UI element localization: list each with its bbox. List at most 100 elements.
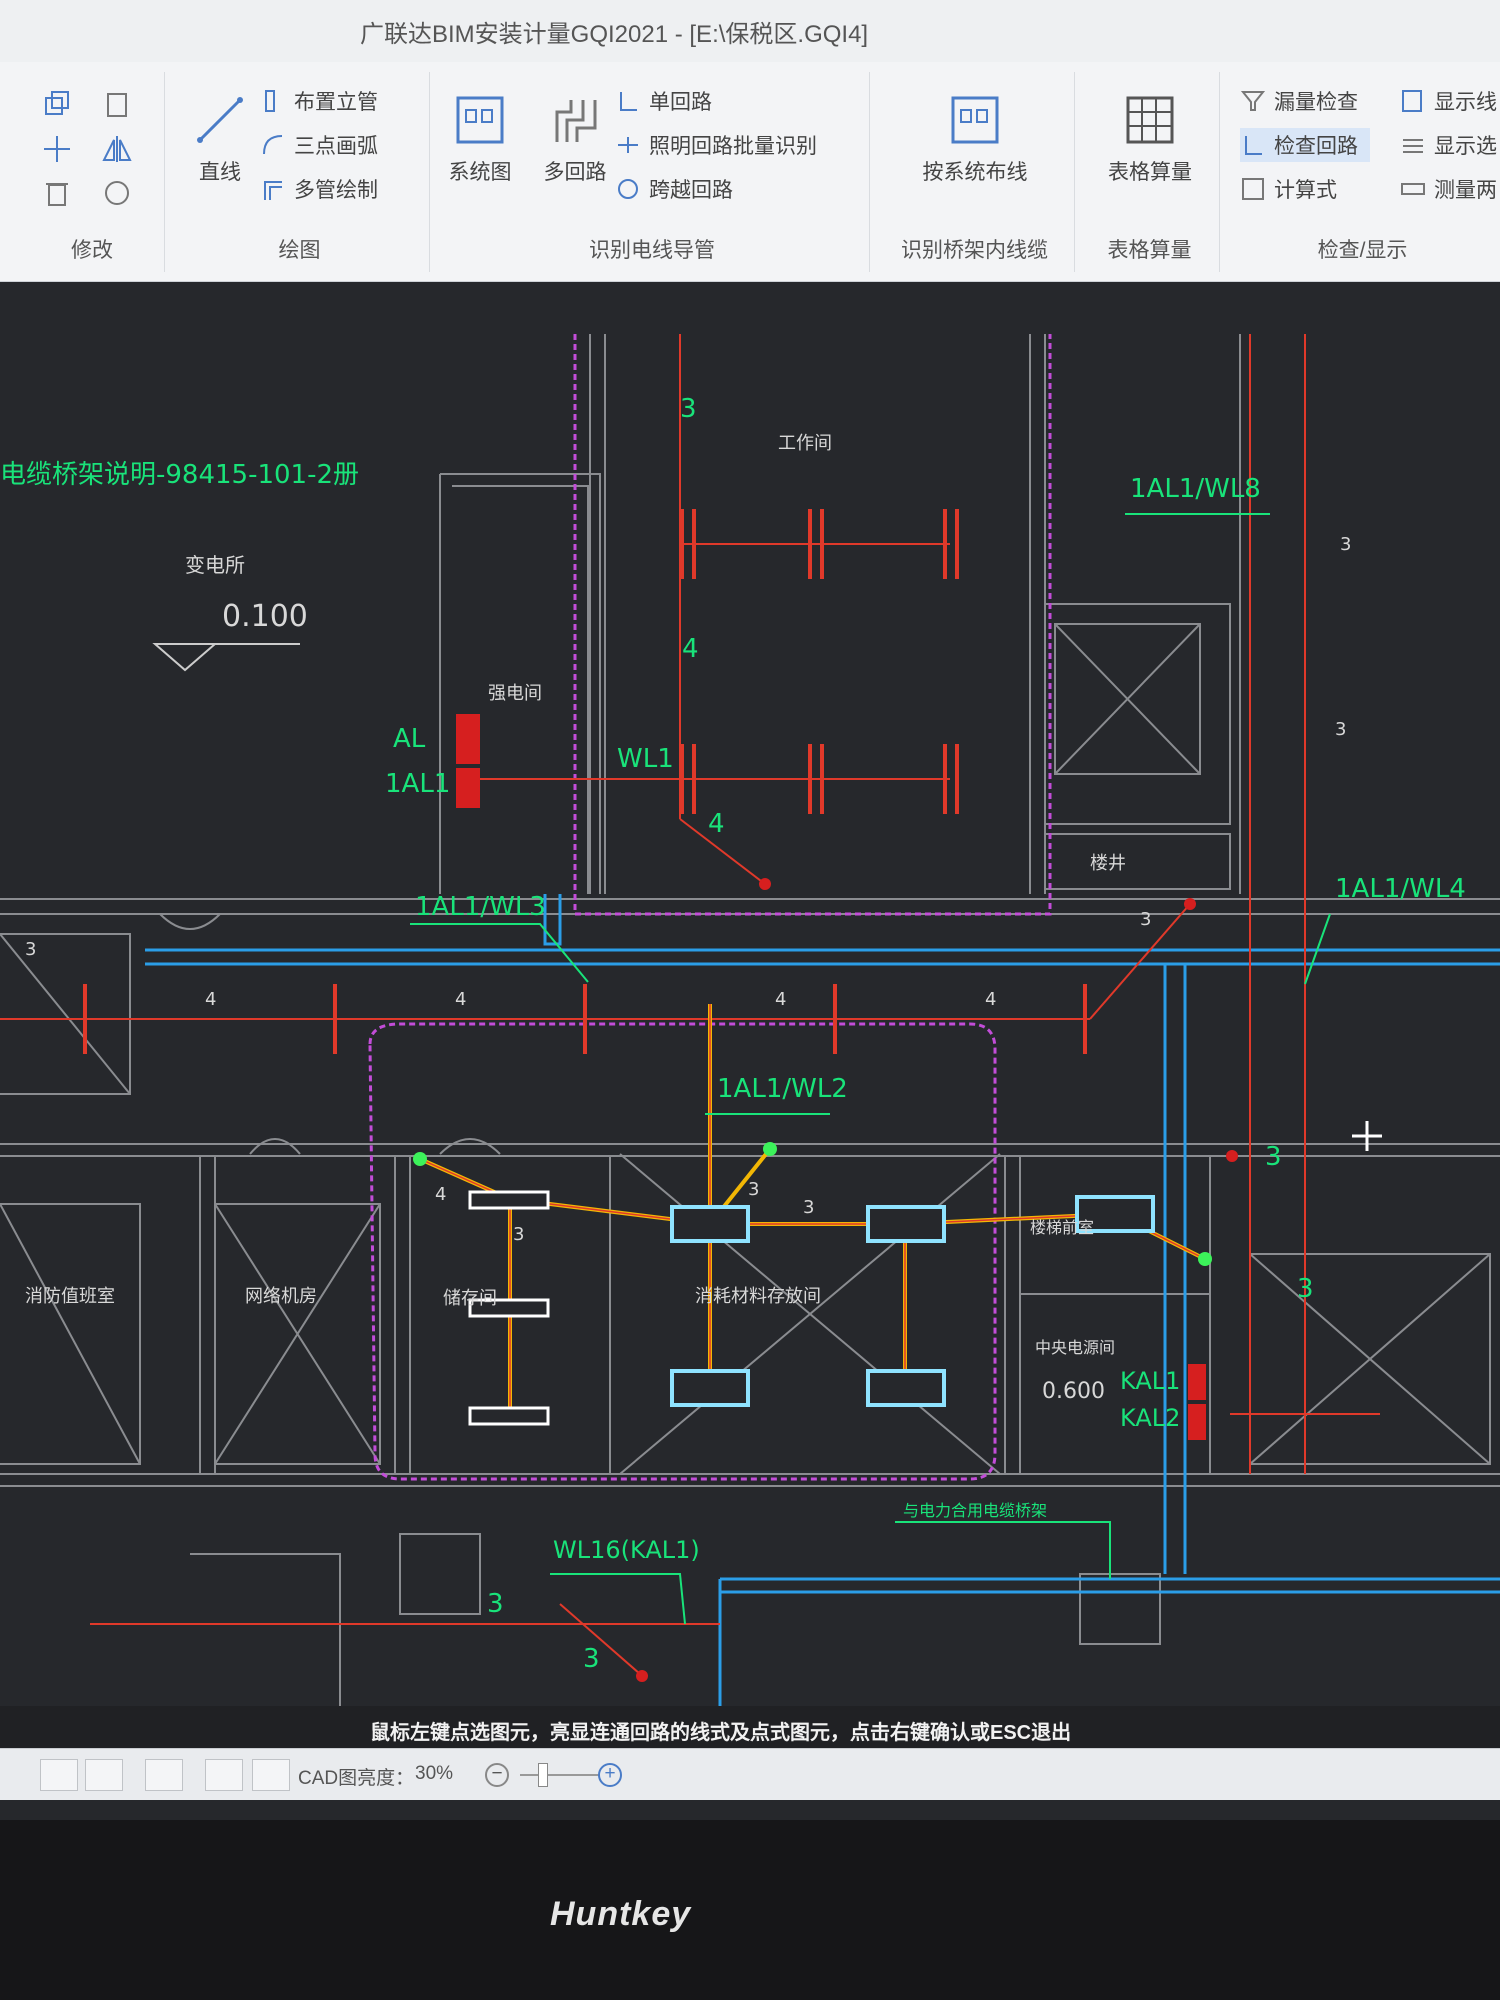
wire-count-label: 3	[680, 394, 697, 424]
wl1-label: WL1	[617, 744, 674, 774]
formula-button[interactable]: 计算式	[1240, 172, 1337, 206]
show-select-button[interactable]: 显示选	[1400, 128, 1497, 162]
single-circuit-button[interactable]: 单回路	[615, 84, 712, 118]
zoom-out-icon[interactable]: −	[485, 1763, 509, 1787]
brightness-slider[interactable]	[520, 1774, 600, 1776]
skip-circuit-label: 跨越回路	[649, 179, 733, 202]
al-label: AL	[393, 724, 426, 754]
strong-room-label: 强电间	[488, 683, 542, 704]
draw-group-title: 绘图	[278, 239, 321, 262]
measure-label: 测量两	[1434, 179, 1497, 202]
wire-count-label: 3	[1265, 1142, 1282, 1172]
arc-label: 三点画弧	[294, 135, 378, 158]
wire-group: 系统图 多回路 单回路 照明回路批量识别 跨越回路 识别电线导管	[435, 72, 870, 272]
brightness-value: 30%	[415, 1763, 454, 1784]
multi-circuit-button[interactable]: 多回路	[530, 92, 620, 186]
by-system-button[interactable]: 按系统布线	[895, 92, 1055, 186]
show-line-label: 显示线	[1434, 91, 1497, 114]
stair-label: 楼井	[1090, 853, 1126, 874]
angle-toggle[interactable]	[85, 1759, 123, 1791]
materials-label: 消耗材料存放间	[695, 1286, 821, 1307]
riser-label: 布置立管	[294, 91, 378, 114]
check-circuit-icon	[1245, 136, 1262, 155]
batch-identify-label: 照明回路批量识别	[649, 135, 817, 158]
ribbon: 修改 直线 布置立管 三点画弧 多管绘制 绘图 系统图 多回路 单回路 照明回路…	[0, 62, 1500, 282]
delete-icon[interactable]	[40, 176, 74, 210]
monitor-brand-logo: Huntkey	[550, 1895, 692, 1933]
command-prompt: 鼠标左键点选图元，亮显连通回路的线式及点式图元，点击右键确认或ESC退出	[0, 1706, 1500, 1748]
prompt-text: 鼠标左键点选图元，亮显连通回路的线式及点式图元，点击右键确认或ESC退出	[370, 1722, 1072, 1744]
multi-pipe-icon	[264, 181, 282, 200]
table-group: 表格算量 表格算量	[1080, 72, 1220, 272]
wl3-label: 1AL1/WL3	[415, 892, 546, 922]
layer-toggle[interactable]	[205, 1759, 243, 1791]
by-system-label: 按系统布线	[922, 161, 1028, 184]
tray-group-title: 识别桥架内线缆	[901, 239, 1048, 262]
brightness-label: CAD图亮度：	[298, 1768, 415, 1789]
table-calc-label: 表格算量	[1108, 161, 1192, 184]
tray-group: 按系统布线 识别桥架内线缆	[875, 72, 1075, 272]
substation-label: 变电所	[185, 553, 245, 577]
elevation-label-2: 0.600	[1042, 1379, 1105, 1404]
polar-toggle[interactable]	[252, 1759, 290, 1791]
formula-label: 计算式	[1274, 179, 1337, 202]
table-calc-button[interactable]: 表格算量	[1090, 92, 1210, 186]
wire-count-label: 3	[803, 1197, 815, 1218]
modify-group-title[interactable]: 修改	[20, 234, 164, 264]
arc-icon	[263, 135, 283, 155]
table-group-title: 表格算量	[1107, 239, 1192, 262]
brightness-slider-handle[interactable]	[538, 1763, 548, 1787]
wire-count-label: 3	[748, 1179, 760, 1200]
missing-check-button[interactable]: 漏量检查	[1240, 84, 1358, 118]
wl2-label: 1AL1/WL2	[717, 1074, 848, 1104]
snap-toggle[interactable]	[145, 1759, 183, 1791]
copy-icon[interactable]	[40, 88, 74, 122]
wire-count-label: 4	[682, 634, 699, 664]
wl4-label: 1AL1/WL4	[1335, 874, 1466, 904]
multi-pipe-label: 多管绘制	[294, 179, 378, 202]
wire-group-title: 识别电线导管	[589, 239, 715, 262]
table-icon	[1126, 96, 1174, 144]
funnel-icon	[1240, 91, 1266, 111]
zoom-in-icon[interactable]: +	[598, 1763, 622, 1787]
move-icon[interactable]	[40, 132, 74, 166]
wire-count-label: 4	[775, 989, 787, 1010]
mirror-icon[interactable]	[100, 132, 134, 166]
wire-count-label: 3	[1297, 1274, 1314, 1304]
show-line-icon	[1402, 90, 1422, 112]
show-line-button[interactable]: 显示线	[1400, 84, 1497, 118]
skip-circuit-button[interactable]: 跨越回路	[615, 172, 733, 206]
multi-pipe-button[interactable]: 多管绘制	[260, 172, 378, 206]
mirror-copy-icon[interactable]	[100, 88, 134, 122]
tray-note-label: 与电力合用电缆桥架	[903, 1501, 1048, 1520]
window-title: 广联达BIM安装计量GQI2021 - [E:\保税区.GQI4]	[360, 21, 869, 48]
kal1-label: KAL1	[1120, 1367, 1181, 1395]
ortho-toggle[interactable]	[40, 1759, 78, 1791]
batch-identify-button[interactable]: 照明回路批量识别	[615, 128, 817, 162]
check-circuit-button[interactable]: 检查回路	[1240, 128, 1370, 162]
system-diagram-button[interactable]: 系统图	[435, 92, 525, 186]
wire-count-label: 3	[1335, 719, 1347, 740]
check-group-title[interactable]: 检查/显示	[1225, 234, 1500, 264]
wire-count-label: 3	[513, 1224, 525, 1245]
wire-count-label: 3	[25, 939, 37, 960]
wire-count-label: 4	[985, 989, 997, 1010]
modify-group: 修改	[20, 72, 165, 272]
line-label: 直线	[199, 161, 241, 184]
multi-circuit-label: 多回路	[543, 161, 607, 184]
show-select-label: 显示选	[1434, 135, 1497, 158]
formula-icon	[1242, 178, 1264, 200]
drawing-number-label: 电缆桥架说明-98415-101-2册	[0, 460, 360, 490]
riser-button[interactable]: 布置立管	[260, 84, 378, 118]
title-bar: 广联达BIM安装计量GQI2021 - [E:\保税区.GQI4]	[0, 0, 1500, 62]
cad-canvas[interactable]: 电缆桥架说明-98415-101-2册 变电所 0.100 强电间 工作间 AL…	[0, 334, 1500, 1706]
network-room-label: 网络机房	[245, 1286, 317, 1307]
batch-identify-icon	[618, 137, 638, 153]
wire-count-label: 3	[1140, 909, 1152, 930]
multi-circuit-icon	[555, 100, 597, 142]
measure-button[interactable]: 测量两	[1400, 172, 1497, 206]
draw-group: 直线 布置立管 三点画弧 多管绘制 绘图	[170, 72, 430, 272]
rotate-icon[interactable]	[100, 176, 134, 210]
arc-button[interactable]: 三点画弧	[260, 128, 378, 162]
line-button[interactable]: 直线	[175, 92, 265, 186]
